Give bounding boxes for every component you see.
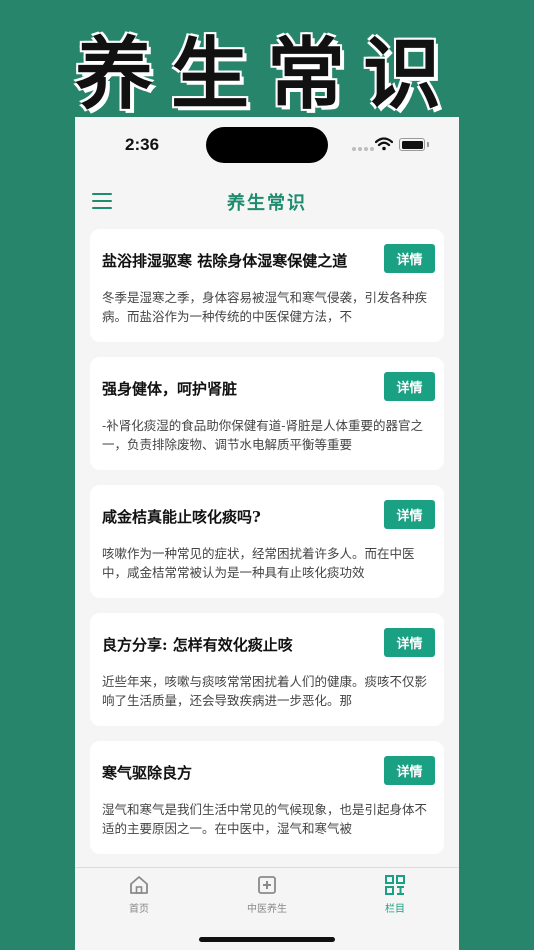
signal-icon [352,147,374,151]
article-excerpt: 咳嗽作为一种常见的症状，经常困扰着许多人。而在中医中，咸金桔常常被认为是一种具有… [102,546,415,580]
detail-button[interactable]: 详情 [384,244,435,273]
page-title: 养生常识 [227,193,307,214]
tab-label: 首页 [129,904,149,915]
tab-tcm[interactable]: 中医养生 [217,874,317,920]
banner-title: 养生常识 [74,29,459,120]
plus-box-icon [258,876,276,894]
article-excerpt: -补肾化痰湿的食品助你保健有道-肾脏是人体重要的器官之一，负责排除废物、调节水电… [102,418,423,452]
article-title: 咸金桔真能止咳化痰吗? [102,508,261,526]
detail-button[interactable]: 详情 [384,756,435,785]
article-card[interactable]: 良方分享: 怎样有效化痰止咳 详情 近些年来，咳嗽与痰咳常常困扰着人们的健康。痰… [90,613,444,726]
wifi-icon [375,137,393,151]
article-card[interactable]: 强身健体，呵护肾脏 详情 -补肾化痰湿的食品助你保健有道-肾脏是人体重要的器官之… [90,357,444,470]
article-title: 强身健体，呵护肾脏 [102,380,238,398]
article-card[interactable]: 寒气驱除良方 详情 湿气和寒气是我们生活中常见的气候现象，也是引起身体不适的主要… [90,741,444,854]
detail-button[interactable]: 详情 [384,628,435,657]
grid-icon [385,875,405,895]
article-card[interactable]: 盐浴排湿驱寒 祛除身体湿寒保健之道 详情 冬季是湿寒之季，身体容易被湿气和寒气侵… [90,229,444,342]
tab-label: 栏目 [385,904,405,915]
navbar: 养生常识 [75,175,459,229]
battery-icon [399,138,425,151]
article-title: 寒气驱除良方 [102,764,193,782]
battery-tip [427,142,429,147]
tab-home[interactable]: 首页 [89,874,189,920]
home-icon [130,876,148,894]
article-title: 盐浴排湿驱寒 祛除身体湿寒保健之道 [102,252,348,270]
tab-columns[interactable]: 栏目 [345,874,445,920]
article-excerpt: 近些年来，咳嗽与痰咳常常困扰着人们的健康。痰咳不仅影响了生活质量，还会导致疾病进… [102,674,428,708]
article-excerpt: 冬季是湿寒之季，身体容易被湿气和寒气侵袭，引发各种疾病。而盐浴作为一种传统的中医… [102,290,428,324]
phone-screen: 2:36 养生常识 盐浴排湿驱寒 祛除身体湿寒保健之道 详情 冬季是湿寒之季，身… [75,117,459,950]
tab-label: 中医养生 [247,904,287,915]
article-title: 良方分享: 怎样有效化痰止咳 [102,636,293,654]
home-indicator [199,937,335,942]
article-excerpt: 湿气和寒气是我们生活中常见的气候现象，也是引起身体不适的主要原因之一。在中医中，… [102,802,428,836]
status-bar: 2:36 [75,117,459,175]
article-card[interactable]: 咸金桔真能止咳化痰吗? 详情 咳嗽作为一种常见的症状，经常困扰着许多人。而在中医… [90,485,444,598]
detail-button[interactable]: 详情 [384,500,435,529]
status-time: 2:36 [125,135,160,154]
dynamic-island [206,127,328,163]
detail-button[interactable]: 详情 [384,372,435,401]
